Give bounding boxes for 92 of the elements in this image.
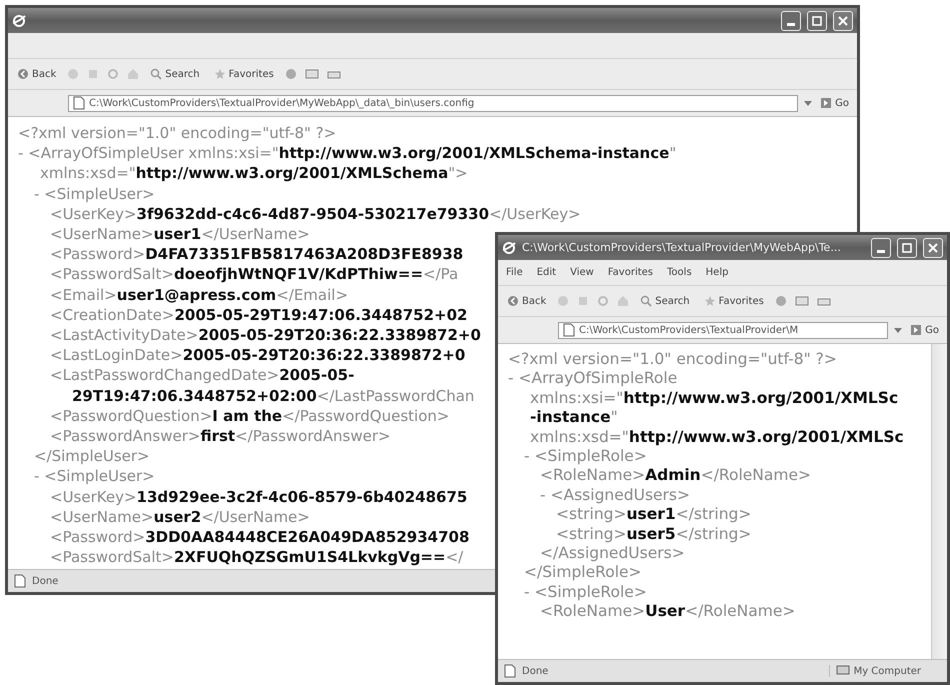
xml-line: - <SimpleRole> xyxy=(523,582,647,602)
search-button[interactable]: Search xyxy=(147,67,203,81)
forward-icon xyxy=(557,295,570,307)
scrollbar[interactable] xyxy=(931,344,947,659)
xml-line: <CreationDate>2005-05-29T19:47:06.3448752+02 xyxy=(49,304,468,326)
xml-line: -instance" xyxy=(529,408,618,428)
menu-item[interactable]: Tools xyxy=(667,267,692,278)
xml-line: <RoleName>Admin</RoleName> xyxy=(539,466,812,486)
xml-line: <UserName>user1</UserName> xyxy=(49,224,310,244)
xml-line: <string>user1</string> xyxy=(555,505,752,525)
address-field[interactable]: C:\Work\CustomProviders\TextualProvider\M xyxy=(558,322,888,338)
dropdown-icon xyxy=(894,326,902,334)
xml-line: - <SimpleRole> xyxy=(523,447,647,466)
dropdown-icon xyxy=(804,99,812,107)
media-icon xyxy=(284,68,297,80)
close-icon xyxy=(838,16,848,26)
xml-line: </AssignedUsers> xyxy=(539,544,685,564)
back-button[interactable]: Back xyxy=(504,294,550,308)
xml-line: xmlns:xsi="http://www.w3.org/2001/XMLSc xyxy=(529,388,898,408)
menu-item[interactable]: Edit xyxy=(536,267,556,278)
page-icon xyxy=(504,664,516,678)
minimize-button[interactable] xyxy=(781,10,801,30)
back-button[interactable]: Back xyxy=(14,67,60,81)
stop-icon xyxy=(577,295,590,307)
xml-line: </SimpleUser> xyxy=(33,446,150,466)
xml-line: <RoleName>User</RoleName> xyxy=(539,602,796,622)
xml-line: <Password>3DD0AA84448CE26A049DA852934708 xyxy=(49,527,470,548)
xml-line: <?xml version="1.0" encoding="utf-8" ?> xyxy=(18,123,336,144)
xml-line: <PasswordSalt>2XFUQhQZSGmU1S4LkvkgVg==</ xyxy=(49,547,464,568)
xml-line: <UserName>user2</UserName> xyxy=(49,506,310,528)
home-icon xyxy=(617,295,630,307)
go-button[interactable]: Go xyxy=(818,97,851,109)
maximize-icon xyxy=(812,16,822,26)
xml-line: xmlns:xsd="http://www.w3.org/2001/XMLSchema"> xyxy=(39,163,468,184)
xml-line: - <AssignedUsers> xyxy=(539,486,690,506)
xml-line: - <SimpleUser> xyxy=(33,466,155,487)
search-icon xyxy=(150,68,162,80)
favorites-button[interactable]: Favorites xyxy=(210,67,277,81)
xml-line: </SimpleRole> xyxy=(523,563,642,583)
stop-icon xyxy=(87,68,100,80)
go-button[interactable]: Go xyxy=(908,324,941,336)
menu-item[interactable]: File xyxy=(506,267,523,278)
window-title: C:\Work\CustomProviders\TextualProvider\MyWebApp\Te... xyxy=(522,241,842,254)
xml-line: <PasswordAnswer>first</PasswordAnswer> xyxy=(49,426,391,446)
xml-line: <?xml version="1.0" encoding="utf-8" ?> xyxy=(508,350,837,370)
xml-line: <Password>D4FA73351FB5817463A208D3FE8938 xyxy=(49,244,464,264)
star-icon xyxy=(214,68,226,80)
xml-line: <string>user5</string> xyxy=(555,524,752,544)
refresh-icon xyxy=(107,68,120,80)
browser-icon xyxy=(12,14,26,28)
address-field[interactable]: C:\Work\CustomProviders\TextualProvider\MyWebApp\_data\_bin\users.config xyxy=(68,94,798,112)
xml-line: 29T19:47:06.3448752+02:00</LastPasswordChan xyxy=(71,386,474,406)
media-icon xyxy=(774,295,787,307)
page-icon xyxy=(563,323,575,337)
page-icon xyxy=(73,96,85,110)
computer-icon xyxy=(836,665,850,677)
status-text: Done xyxy=(32,576,58,586)
xml-line: <LastLoginDate>2005-05-29T20:36:22.3389872+0 xyxy=(49,345,466,366)
xml-line: <LastPasswordChangedDate>2005-05- xyxy=(49,365,354,386)
home-icon xyxy=(127,68,140,80)
xml-line: <PasswordSalt>doeofjhWtNQF1V/KdPThiw==</Pa xyxy=(49,264,458,285)
maximize-button[interactable] xyxy=(897,238,917,258)
star-icon xyxy=(704,295,716,307)
maximize-icon xyxy=(902,242,912,252)
search-icon xyxy=(640,295,652,307)
xml-line: <UserKey>3f9632dd-c4c6-4d87-9504-530217e79330</UserKey> xyxy=(49,204,581,224)
xml-line: - <ArrayOfSimpleUser xmlns:xsi="http://www.w3.org/2001/XMLSchema-instance" xyxy=(18,143,676,164)
search-button[interactable]: Search xyxy=(637,294,693,308)
maximize-button[interactable] xyxy=(807,10,827,30)
close-icon xyxy=(928,242,938,252)
xml-line: <UserKey>13d929ee-3c2f-4c06-8579-6b40248675 xyxy=(49,486,468,507)
minimize-icon xyxy=(877,250,885,253)
browser-icon xyxy=(502,240,516,254)
xml-line: <LastActivityDate>2005-05-29T20:36:22.3389872+0 xyxy=(49,325,481,346)
page-icon xyxy=(14,574,26,588)
xml-line: - <ArrayOfSimpleRole xyxy=(508,369,678,389)
favorites-button[interactable]: Favorites xyxy=(700,294,767,308)
minimize-button[interactable] xyxy=(871,238,891,258)
forward-icon xyxy=(67,68,80,80)
xml-line: <PasswordQuestion>I am the</PasswordQuestion> xyxy=(49,406,450,426)
menu-item[interactable]: View xyxy=(570,267,594,278)
status-text: Done xyxy=(522,666,548,676)
xml-line: <Email>user1@apress.com</Email> xyxy=(49,284,348,305)
xml-line: xmlns:xsd="http://www.w3.org/2001/XMLSc xyxy=(529,428,904,448)
status-text: My Computer xyxy=(854,666,921,676)
close-button[interactable] xyxy=(923,238,943,258)
xml-line: - <SimpleUser> xyxy=(33,184,155,204)
menu-item[interactable]: Help xyxy=(706,267,728,278)
refresh-icon xyxy=(597,295,610,307)
menu-item[interactable]: Favorites xyxy=(608,267,654,278)
minimize-icon xyxy=(787,23,795,26)
close-button[interactable] xyxy=(833,10,853,30)
